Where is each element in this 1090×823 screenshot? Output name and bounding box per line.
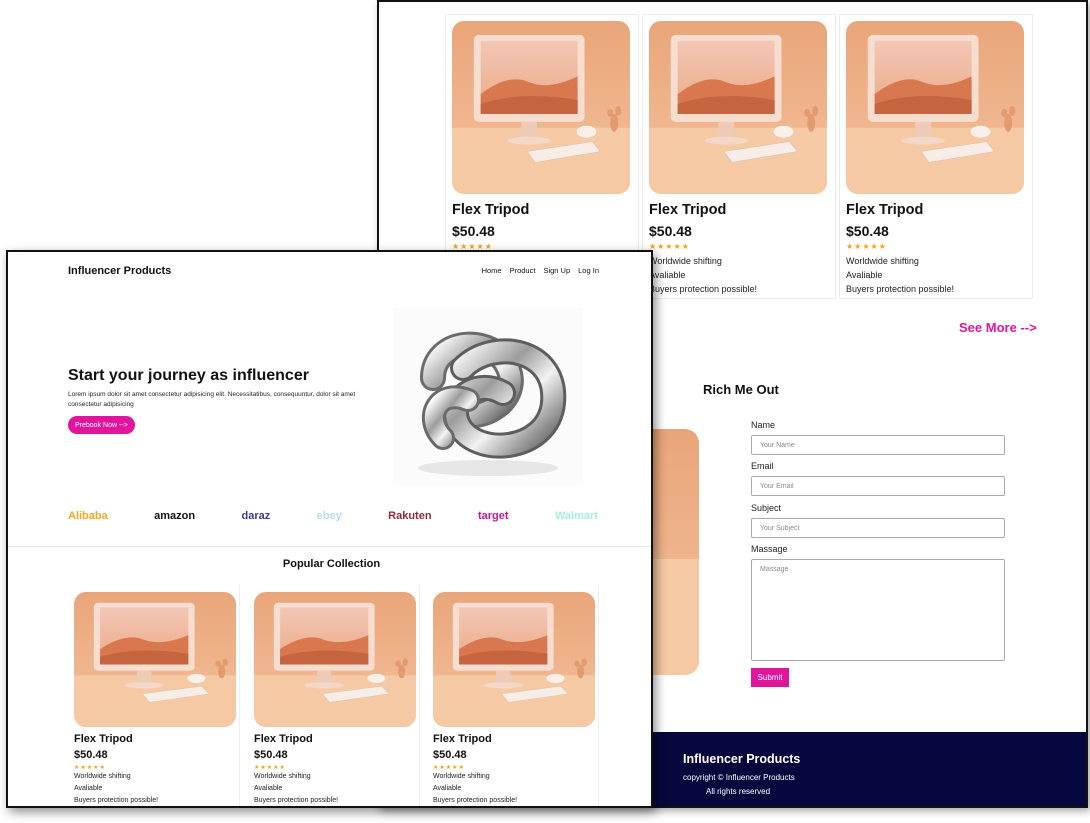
product-image — [74, 592, 236, 727]
product-name: Flex Tripod — [74, 733, 133, 745]
hero-knot-image — [393, 308, 583, 486]
message-field[interactable] — [751, 559, 1005, 661]
product-price: $50.48 — [846, 223, 889, 239]
product-feature: Avaliable — [254, 785, 283, 792]
submit-button[interactable]: Submit — [751, 668, 789, 687]
nav-sign-up[interactable]: Sign Up — [543, 266, 570, 275]
product-feature: Avaliable — [433, 785, 462, 792]
prebook-button[interactable]: Prebook Now --> — [68, 416, 135, 434]
product-feature: Worldwide shifting — [433, 773, 490, 780]
partner-logo-alibaba: Alibaba — [68, 510, 108, 522]
product-feature: Buyers protection possible! — [846, 284, 955, 294]
hero-subtitle: Lorem ipsum dolor sit amet consectetur a… — [68, 391, 356, 408]
partner-logo-target: target — [477, 510, 509, 522]
product-image — [433, 592, 595, 727]
rating-stars-icon: ★★★★★ — [846, 242, 887, 251]
rating-stars-icon: ★★★★★ — [254, 765, 286, 771]
product-feature: Buyers protection possible! — [433, 797, 518, 804]
rating-stars-icon: ★★★★★ — [433, 765, 465, 771]
partner-logo-walmart: Walmart — [554, 510, 598, 522]
product-card[interactable]: Flex Tripod $50.48 ★★★★★ Worldwide shift… — [429, 585, 599, 806]
product-feature: Buyers protection possible! — [254, 797, 339, 804]
collection-title: Popular Collection — [282, 558, 381, 570]
product-feature: Avaliable — [74, 785, 103, 792]
name-label: Name — [751, 420, 776, 430]
section-divider — [8, 546, 651, 547]
see-more-link[interactable]: See More --> — [959, 320, 1037, 335]
main-nav: Home Product Sign Up Log In — [482, 266, 599, 275]
product-price: $50.48 — [649, 223, 692, 239]
footer-copyright: copyright © Influencer Products — [683, 773, 795, 782]
subject-label: Subject — [751, 503, 782, 513]
footer-rights: All rights reserved — [706, 787, 771, 796]
product-price: $50.48 — [452, 223, 495, 239]
nav-product[interactable]: Product — [510, 266, 536, 275]
rating-stars-icon: ★★★★★ — [74, 765, 106, 771]
name-field[interactable] — [751, 435, 1005, 455]
product-feature: Worldwide shifting — [846, 256, 919, 266]
partner-logo-daraz: daraz — [241, 510, 271, 522]
subject-field[interactable] — [751, 518, 1005, 538]
product-price: $50.48 — [74, 749, 108, 761]
contact-section-title: Rich Me Out — [703, 382, 779, 397]
product-name: Flex Tripod — [452, 202, 530, 218]
footer-title: Influencer Products — [683, 752, 801, 766]
product-feature: Buyers protection possible! — [74, 797, 159, 804]
email-field[interactable] — [751, 476, 1005, 496]
product-image — [452, 21, 630, 194]
brand-logo[interactable]: Influencer Products — [68, 265, 171, 277]
product-name: Flex Tripod — [846, 202, 924, 218]
product-name: Flex Tripod — [433, 733, 492, 745]
product-image — [846, 21, 1024, 194]
nav-home[interactable]: Home — [482, 266, 502, 275]
product-name: Flex Tripod — [649, 202, 727, 218]
partner-logo-rakuten: Rakuten — [388, 510, 432, 522]
product-image — [649, 21, 827, 194]
page-preview-top: Influencer Products Home Product Sign Up… — [6, 250, 653, 808]
product-feature: Avaliable — [846, 270, 883, 280]
product-image — [254, 592, 416, 727]
screenshot-composite: Flex Tripod $50.48 ★★★★★ Worldwide shift… — [0, 0, 1090, 823]
partner-logos: Alibaba amazon daraz ebey Rakuten target… — [68, 510, 598, 522]
hero-title: Start your journey as influencer — [68, 367, 309, 384]
product-feature: Worldwide shifting — [254, 773, 311, 780]
product-feature: Avaliable — [649, 270, 686, 280]
product-card[interactable]: Flex Tripod $50.48 ★★★★★ Worldwide shift… — [839, 14, 1033, 299]
product-name: Flex Tripod — [254, 733, 313, 745]
product-price: $50.48 — [433, 749, 467, 761]
product-feature: Worldwide shifting — [649, 256, 722, 266]
partner-logo-amazon: amazon — [154, 510, 196, 522]
product-card[interactable]: Flex Tripod $50.48 ★★★★★ Worldwide shift… — [250, 585, 420, 806]
rating-stars-icon: ★★★★★ — [649, 242, 690, 251]
product-card[interactable]: Flex Tripod $50.48 ★★★★★ Worldwide shift… — [70, 585, 240, 806]
product-feature: Buyers protection possible! — [649, 284, 758, 294]
email-label: Email — [751, 461, 774, 471]
product-price: $50.48 — [254, 749, 288, 761]
product-card[interactable]: Flex Tripod $50.48 ★★★★★ Worldwide shift… — [642, 14, 836, 299]
product-feature: Worldwide shifting — [74, 773, 131, 780]
message-label: Massage — [751, 544, 788, 554]
nav-log-in[interactable]: Log In — [578, 266, 599, 275]
partner-logo-ebey: ebey — [316, 510, 342, 522]
